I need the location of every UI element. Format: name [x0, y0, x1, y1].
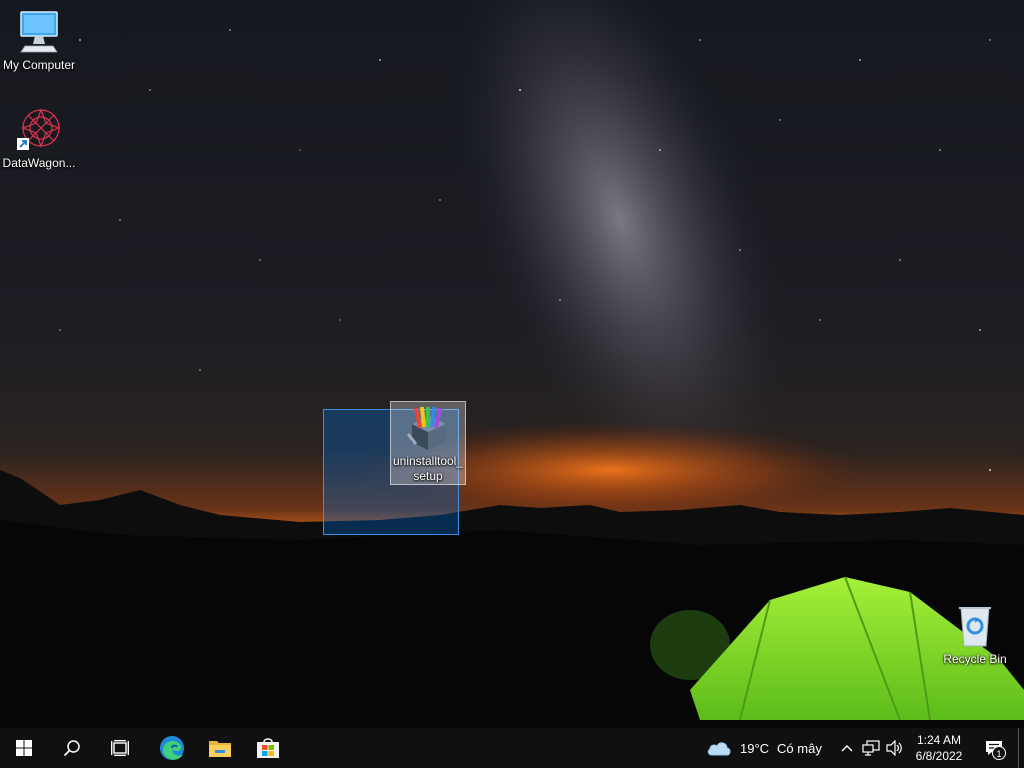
recycle-bin-icon — [951, 602, 999, 650]
show-hidden-icons-button[interactable] — [838, 728, 856, 768]
notification-count-badge: 1 — [992, 746, 1006, 760]
monitor-icon — [15, 8, 63, 56]
taskbar-store-button[interactable] — [244, 728, 292, 768]
desktop-icon-datawagon[interactable]: DataWagon... — [0, 106, 78, 170]
desktop-icon-label: uninstalltool_ setup — [392, 454, 464, 483]
taskbar-edge-button[interactable] — [148, 728, 196, 768]
task-view-button[interactable] — [96, 728, 144, 768]
desktop[interactable]: My Computer DataWagon... uninstalltool_ … — [0, 0, 1024, 728]
folder-icon — [209, 741, 231, 757]
weather-condition: Có mây — [777, 740, 822, 756]
search-icon — [63, 740, 80, 757]
show-desktop-button[interactable] — [1018, 728, 1024, 768]
volume-tray-button[interactable] — [884, 728, 906, 768]
taskbar-file-explorer-button[interactable] — [196, 728, 244, 768]
weather-temperature: 19°C — [740, 740, 770, 756]
cloud-icon — [707, 742, 731, 756]
search-button[interactable] — [48, 728, 96, 768]
clock[interactable]: 1:24 AM 6/8/2022 — [908, 728, 970, 768]
desktop-icon-uninstalltool-setup[interactable]: uninstalltool_ setup — [390, 401, 466, 485]
speaker-icon — [886, 740, 902, 756]
network-icon — [862, 740, 880, 756]
desktop-icon-recycle-bin[interactable]: Recycle Bin — [936, 602, 1014, 666]
edge-icon — [160, 736, 184, 760]
archive-cabinet-icon — [404, 404, 452, 452]
desktop-icon-label: My Computer — [2, 58, 76, 72]
wallpaper — [0, 0, 1024, 728]
weather-widget[interactable]: 19°C Có mây — [706, 728, 822, 768]
desktop-icon-label: Recycle Bin — [943, 652, 1007, 666]
network-tray-button[interactable] — [860, 728, 882, 768]
windows-logo-icon — [16, 740, 32, 756]
desktop-icon-my-computer[interactable]: My Computer — [0, 8, 78, 72]
chevron-up-icon — [841, 745, 853, 752]
clock-date: 6/8/2022 — [915, 749, 963, 763]
store-icon — [257, 738, 279, 758]
action-center-button[interactable]: 1 — [976, 728, 1012, 768]
task-view-icon — [111, 740, 129, 756]
desktop-icon-label: DataWagon... — [2, 156, 76, 170]
taskbar: 19°C Có mây 1:24 AM 6/8/2022 1 — [0, 728, 1024, 768]
clock-time: 1:24 AM — [916, 733, 962, 747]
datawagon-icon — [15, 106, 63, 154]
start-button[interactable] — [0, 728, 48, 768]
